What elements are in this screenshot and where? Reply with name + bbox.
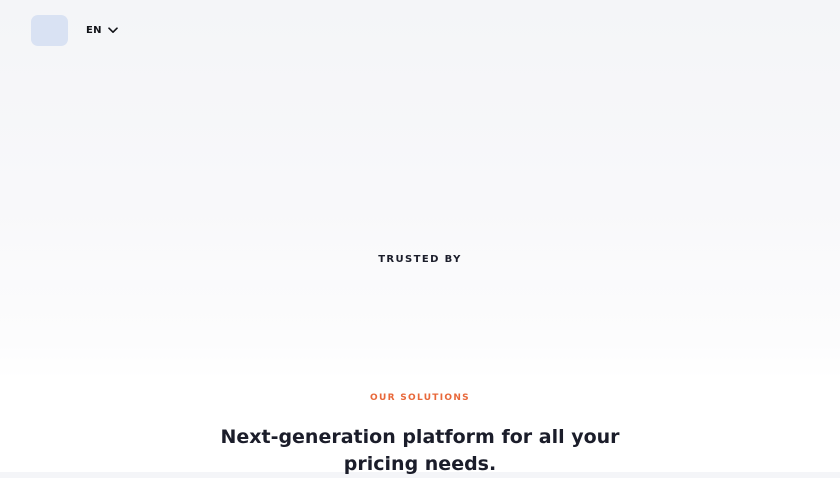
trusted-by-label: TRUSTED BY	[378, 254, 462, 265]
site-header: EN	[31, 15, 118, 46]
language-label: EN	[86, 25, 102, 36]
logo[interactable]	[31, 15, 68, 46]
language-selector[interactable]: EN	[86, 25, 118, 36]
solutions-heading: Next-generation platform for all your pr…	[220, 426, 620, 475]
chevron-down-icon	[108, 27, 118, 34]
solutions-eyebrow: OUR SOLUTIONS	[370, 393, 470, 403]
